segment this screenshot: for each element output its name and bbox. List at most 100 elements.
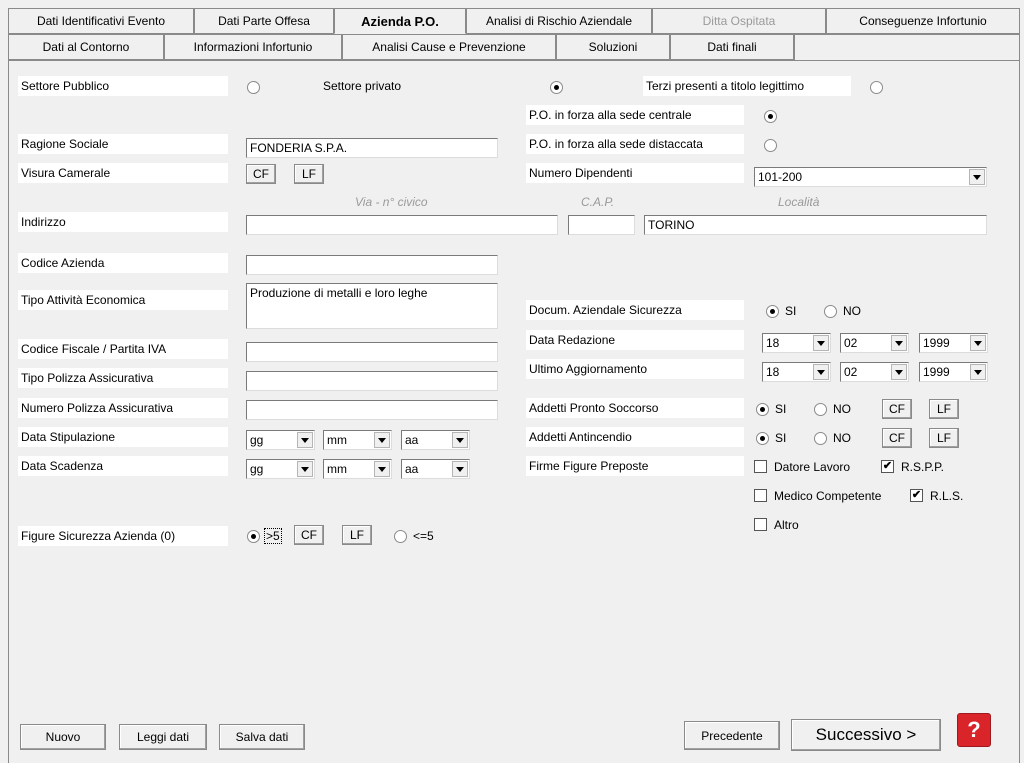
chevron-down-icon[interactable] [813, 335, 829, 351]
data-redazione-giorno-select[interactable]: 18 [762, 333, 831, 353]
figure-gt5-radio[interactable] [247, 530, 260, 543]
antincendio-cf-button[interactable]: CF [882, 428, 912, 448]
rls-label: R.L.S. [930, 489, 964, 503]
ultimo-agg-anno-select[interactable]: 1999 [919, 362, 988, 382]
ultimo-agg-mese-select[interactable]: 02 [840, 362, 909, 382]
chevron-down-icon[interactable] [891, 335, 907, 351]
codice-fiscale-field[interactable] [246, 342, 498, 362]
data-stipulazione-mese-select[interactable]: mm [323, 430, 392, 450]
chevron-down-icon[interactable] [891, 364, 907, 380]
pronto-soccorso-lf-button[interactable]: LF [929, 399, 959, 419]
tipo-attivita-field[interactable]: Produzione di metalli e loro leghe [246, 283, 498, 329]
settore-pubblico-label: Settore Pubblico [18, 76, 228, 96]
chevron-down-icon[interactable] [969, 169, 985, 185]
data-scadenza-anno-select[interactable]: aa [401, 459, 470, 479]
terzi-presenti-radio[interactable] [870, 81, 883, 94]
precedente-button[interactable]: Precedente [684, 721, 780, 750]
data-stipulazione-giorno-select[interactable]: gg [246, 430, 315, 450]
data-stipulazione-label: Data Stipulazione [18, 427, 228, 447]
data-scadenza-label: Data Scadenza [18, 456, 228, 476]
antincendio-lf-button[interactable]: LF [929, 428, 959, 448]
figure-sicurezza-label: Figure Sicurezza Azienda (0) [18, 526, 228, 546]
figure-cf-button[interactable]: CF [294, 525, 324, 545]
help-icon[interactable]: ? [957, 713, 991, 747]
successivo-button[interactable]: Successivo > [791, 719, 941, 751]
numero-dipendenti-select[interactable]: 101-200 [754, 167, 987, 187]
nuovo-button[interactable]: Nuovo [20, 724, 106, 750]
data-redazione-mese-select[interactable]: 02 [840, 333, 909, 353]
figure-le5-label: <=5 [413, 529, 434, 543]
ragione-sociale-field[interactable]: FONDERIA S.P.A. [246, 138, 498, 158]
po-sede-distaccata-label: P.O. in forza alla sede distaccata [526, 134, 744, 154]
tipo-polizza-field[interactable] [246, 371, 498, 391]
data-redazione-anno-select[interactable]: 1999 [919, 333, 988, 353]
numero-polizza-label: Numero Polizza Assicurativa [18, 398, 228, 418]
tab-strip-filler [794, 34, 1020, 61]
tab-dati-parte-offesa[interactable]: Dati Parte Offesa [194, 8, 334, 34]
pronto-soccorso-cf-button[interactable]: CF [882, 399, 912, 419]
data-stipulazione-anno-select[interactable]: aa [401, 430, 470, 450]
medico-competente-checkbox[interactable] [754, 489, 767, 502]
tab-dati-identificativi-evento[interactable]: Dati Identificativi Evento [8, 8, 194, 34]
via-field[interactable] [246, 215, 558, 235]
rspp-checkbox[interactable]: ✔ [881, 460, 894, 473]
tipo-polizza-label: Tipo Polizza Assicurativa [18, 368, 228, 388]
chevron-down-icon[interactable] [970, 364, 986, 380]
pronto-soccorso-label: Addetti Pronto Soccorso [526, 398, 744, 418]
codice-azienda-field[interactable] [246, 255, 498, 275]
figure-lf-button[interactable]: LF [342, 525, 372, 545]
data-scadenza-anno-value: aa [405, 462, 419, 476]
chevron-down-icon[interactable] [374, 432, 390, 448]
pronto-soccorso-no-radio[interactable] [814, 403, 827, 416]
localita-hint: Località [778, 195, 820, 209]
tab-dati-finali[interactable]: Dati finali [670, 34, 794, 60]
chevron-down-icon[interactable] [452, 461, 468, 477]
datore-lavoro-checkbox[interactable] [754, 460, 767, 473]
localita-field[interactable]: TORINO [644, 215, 987, 235]
tab-azienda-po[interactable]: Azienda P.O. [334, 8, 466, 34]
chevron-down-icon[interactable] [813, 364, 829, 380]
tab-informazioni-infortunio[interactable]: Informazioni Infortunio [164, 34, 342, 60]
tab-analisi-rischio-aziendale[interactable]: Analisi di Rischio Aziendale [466, 8, 652, 34]
chevron-down-icon[interactable] [452, 432, 468, 448]
numero-dipendenti-label: Numero Dipendenti [526, 163, 744, 183]
leggi-dati-button[interactable]: Leggi dati [119, 724, 207, 750]
rls-checkbox[interactable]: ✔ [910, 489, 923, 502]
settore-privato-radio[interactable] [550, 81, 563, 94]
checkmark-icon: ✔ [911, 489, 922, 501]
pronto-soccorso-si-radio[interactable] [756, 403, 769, 416]
tipo-attivita-label: Tipo Attività Economica [18, 290, 228, 310]
chevron-down-icon[interactable] [297, 461, 313, 477]
po-sede-centrale-radio[interactable] [764, 110, 777, 123]
antincendio-no-radio[interactable] [814, 432, 827, 445]
visura-cf-button[interactable]: CF [246, 164, 276, 184]
tab-conseguenze-infortunio[interactable]: Conseguenze Infortunio [826, 8, 1020, 34]
checkmark-icon: ✔ [882, 460, 893, 472]
rspp-label: R.S.P.P. [901, 460, 944, 474]
panel-right-border [1019, 60, 1020, 763]
pronto-soccorso-si-label: SI [775, 402, 787, 416]
chevron-down-icon[interactable] [374, 461, 390, 477]
docum-no-label: NO [843, 304, 861, 318]
po-sede-distaccata-radio[interactable] [764, 139, 777, 152]
data-scadenza-giorno-select[interactable]: gg [246, 459, 315, 479]
ultimo-agg-anno-value: 1999 [923, 365, 950, 379]
chevron-down-icon[interactable] [297, 432, 313, 448]
tab-soluzioni[interactable]: Soluzioni [556, 34, 670, 60]
ultimo-agg-giorno-select[interactable]: 18 [762, 362, 831, 382]
data-scadenza-mese-value: mm [327, 462, 347, 476]
settore-pubblico-radio[interactable] [247, 81, 260, 94]
numero-polizza-field[interactable] [246, 400, 498, 420]
data-scadenza-mese-select[interactable]: mm [323, 459, 392, 479]
docum-si-radio[interactable] [766, 305, 779, 318]
salva-dati-button[interactable]: Salva dati [219, 724, 305, 750]
docum-no-radio[interactable] [824, 305, 837, 318]
tab-dati-al-contorno[interactable]: Dati al Contorno [8, 34, 164, 60]
visura-lf-button[interactable]: LF [294, 164, 324, 184]
antincendio-si-radio[interactable] [756, 432, 769, 445]
tab-analisi-cause-prevenzione[interactable]: Analisi Cause e Prevenzione [342, 34, 556, 60]
figure-le5-radio[interactable] [394, 530, 407, 543]
cap-field[interactable] [568, 215, 635, 235]
chevron-down-icon[interactable] [970, 335, 986, 351]
altro-checkbox[interactable] [754, 518, 767, 531]
